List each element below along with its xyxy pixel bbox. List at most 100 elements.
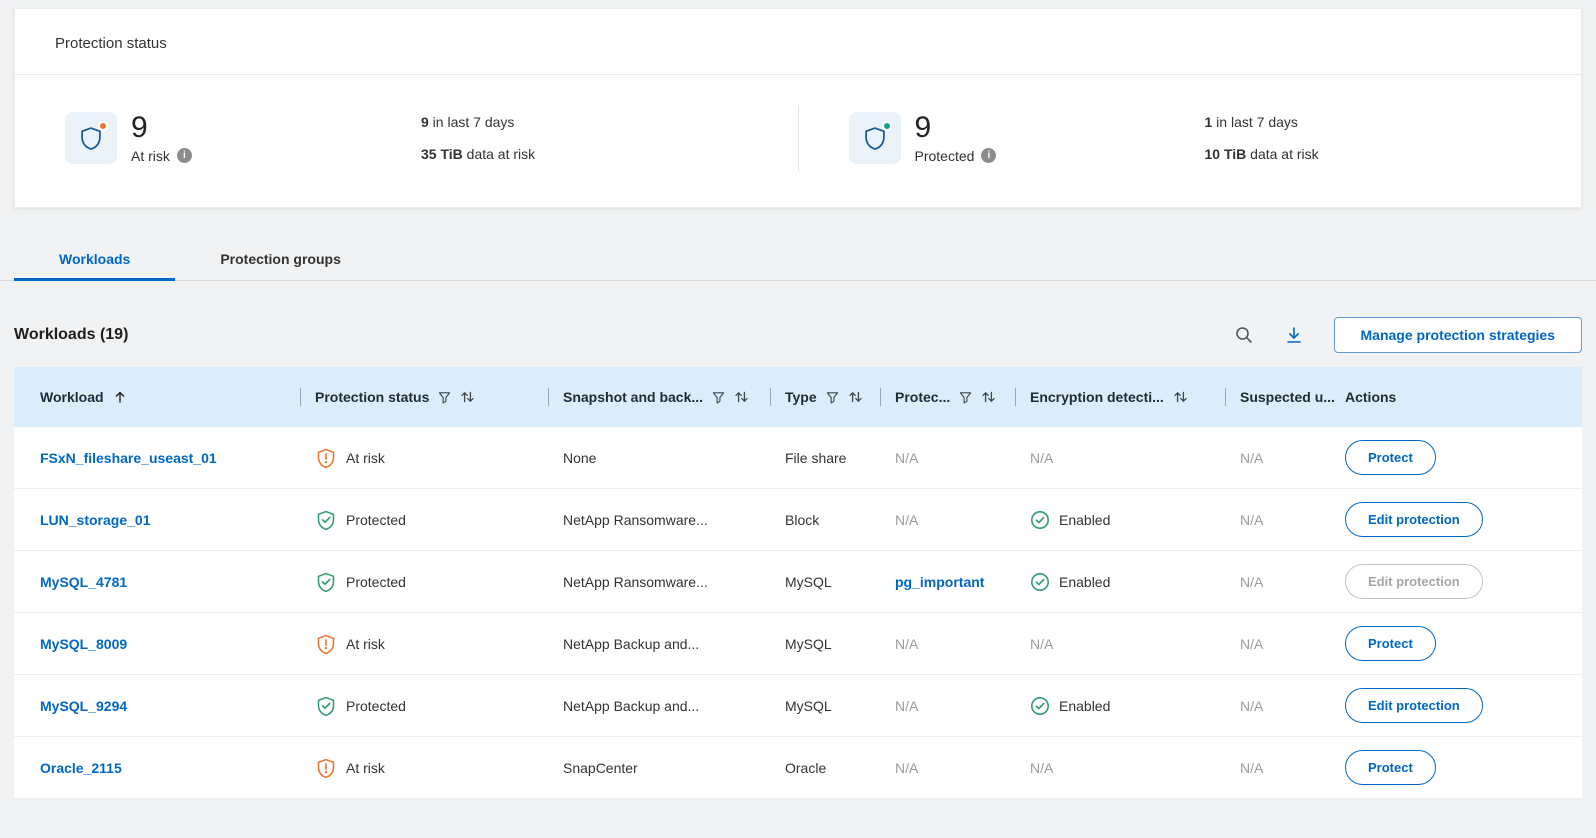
sort-icon[interactable] (734, 390, 749, 404)
protection-group-cell: N/A (895, 450, 1030, 466)
workload-cell: Oracle_2115 (14, 760, 315, 776)
at-risk-data-text: data at risk (463, 146, 535, 162)
workload-link[interactable]: MySQL_9294 (40, 698, 127, 714)
protected-stat: 9 Protected i 1 in last 7 days 10 TiB da… (799, 112, 1582, 164)
download-icon[interactable] (1284, 325, 1304, 345)
sort-icon[interactable] (848, 390, 863, 404)
at-risk-count: 9 (131, 112, 421, 144)
sort-icon[interactable] (1173, 390, 1188, 404)
actions-cell: Protect (1345, 750, 1582, 785)
encryption-detection-cell: Enabled (1030, 572, 1240, 592)
workload-link[interactable]: Oracle_2115 (40, 760, 122, 776)
protect-button[interactable]: Protect (1345, 750, 1436, 785)
suspected-user-text: N/A (1240, 574, 1263, 590)
table-row: MySQL_9294ProtectedNetApp Backup and...M… (14, 675, 1582, 737)
search-icon[interactable] (1234, 325, 1254, 345)
snapshot-policy-cell: NetApp Backup and... (563, 698, 785, 714)
at-risk-shield-icon (315, 447, 337, 469)
sort-icon[interactable] (981, 390, 996, 404)
protect-button[interactable]: Protect (1345, 440, 1436, 475)
at-risk-shield-icon (65, 112, 117, 164)
filter-icon[interactable] (438, 391, 451, 404)
manage-protection-strategies-button[interactable]: Manage protection strategies (1334, 317, 1583, 353)
protect-button[interactable]: Protect (1345, 626, 1436, 661)
snapshot-policy-cell: NetApp Backup and... (563, 636, 785, 652)
protection-status-cell: Protected (315, 571, 563, 593)
protected-shield-icon (315, 571, 337, 593)
info-icon[interactable]: i (981, 148, 996, 163)
workload-type-cell: MySQL (785, 636, 895, 652)
filter-icon[interactable] (826, 391, 839, 404)
snapshot-policy-cell: None (563, 450, 785, 466)
suspected-user-cell: N/A (1240, 760, 1345, 776)
suspected-user-cell: N/A (1240, 698, 1345, 714)
suspected-user-cell: N/A (1240, 636, 1345, 652)
column-header-label: Suspected u... (1240, 389, 1335, 405)
at-risk-stat: 9 At risk i 9 in last 7 days 35 TiB data… (15, 112, 798, 164)
edit-protection-button[interactable]: Edit protection (1345, 502, 1483, 537)
encryption-detection-cell: Enabled (1030, 510, 1240, 530)
table-body: FSxN_fileshare_useast_01 At risk NoneFile … (14, 427, 1582, 799)
protection-status-cell: At risk (315, 447, 563, 469)
column-header-workload[interactable]: Workload (14, 367, 315, 427)
protected-data-text: data at risk (1246, 146, 1318, 162)
filter-icon[interactable] (712, 391, 725, 404)
workload-type-cell: Oracle (785, 760, 895, 776)
encryption-detection-cell: N/A (1030, 450, 1240, 466)
protection-status-text: At risk (346, 760, 385, 776)
protected-details: 1 in last 7 days 10 TiB data at risk (1205, 114, 1319, 162)
protection-status-text: Protected (346, 512, 406, 528)
at-risk-shield-icon (315, 757, 337, 779)
column-divider (1225, 388, 1226, 406)
protection-group-link[interactable]: pg_important (895, 574, 984, 590)
tab-protection-groups[interactable]: Protection groups (175, 238, 386, 280)
table-header-row: WorkloadProtection status Snapshot and ba… (14, 367, 1582, 427)
tab-workloads[interactable]: Workloads (14, 238, 175, 280)
workload-cell: MySQL_9294 (14, 698, 315, 714)
workload-type-cell: MySQL (785, 574, 895, 590)
suspected-user-cell: N/A (1240, 450, 1345, 466)
protection-group-text: N/A (895, 760, 918, 776)
suspected-user-cell: N/A (1240, 574, 1345, 590)
protection-group-cell: N/A (895, 512, 1030, 528)
workload-link[interactable]: FSxN_fileshare_useast_01 (40, 450, 217, 466)
column-header-group[interactable]: Protec... (895, 367, 1030, 427)
actions-cell: Edit protection (1345, 502, 1582, 537)
workload-cell: MySQL_8009 (14, 636, 315, 652)
at-risk-label: At risk (131, 148, 170, 164)
workloads-count-title: Workloads (19) (14, 326, 128, 344)
edit-protection-button[interactable]: Edit protection (1345, 688, 1483, 723)
enabled-check-icon (1030, 572, 1050, 592)
column-header-label: Protection status (315, 389, 429, 405)
column-header-label: Type (785, 389, 817, 405)
protection-group-cell: N/A (895, 698, 1030, 714)
sort-ascending-icon[interactable] (113, 390, 127, 404)
protected-summary: 9 Protected i (915, 112, 1205, 164)
protection-status-text: At risk (346, 450, 385, 466)
workload-link[interactable]: MySQL_8009 (40, 636, 127, 652)
column-header-actions: Actions (1345, 367, 1582, 427)
filter-icon[interactable] (959, 391, 972, 404)
column-header-encryption[interactable]: Encryption detecti... (1030, 367, 1240, 427)
at-risk-summary: 9 At risk i (131, 112, 421, 164)
edit-protection-button: Edit protection (1345, 564, 1483, 599)
encryption-detection-cell: N/A (1030, 636, 1240, 652)
workload-link[interactable]: MySQL_4781 (40, 574, 127, 590)
sort-icon[interactable] (460, 390, 475, 404)
column-header-status[interactable]: Protection status (315, 367, 563, 427)
enabled-check-icon (1030, 696, 1050, 716)
page: Protection status 9 At risk i 9 in last … (0, 8, 1596, 838)
workload-cell: LUN_storage_01 (14, 512, 315, 528)
column-divider (770, 388, 771, 406)
column-header-snapshot[interactable]: Snapshot and back... (563, 367, 785, 427)
at-risk-shield-icon (315, 633, 337, 655)
actions-cell: Protect (1345, 440, 1582, 475)
at-risk-7day-value: 9 (421, 114, 429, 130)
workloads-table: WorkloadProtection status Snapshot and ba… (14, 367, 1582, 799)
workload-type-cell: File share (785, 450, 895, 466)
actions-cell: Edit protection (1345, 688, 1582, 723)
column-header-label: Snapshot and back... (563, 389, 703, 405)
workload-link[interactable]: LUN_storage_01 (40, 512, 151, 528)
info-icon[interactable]: i (177, 148, 192, 163)
column-header-type[interactable]: Type (785, 367, 895, 427)
